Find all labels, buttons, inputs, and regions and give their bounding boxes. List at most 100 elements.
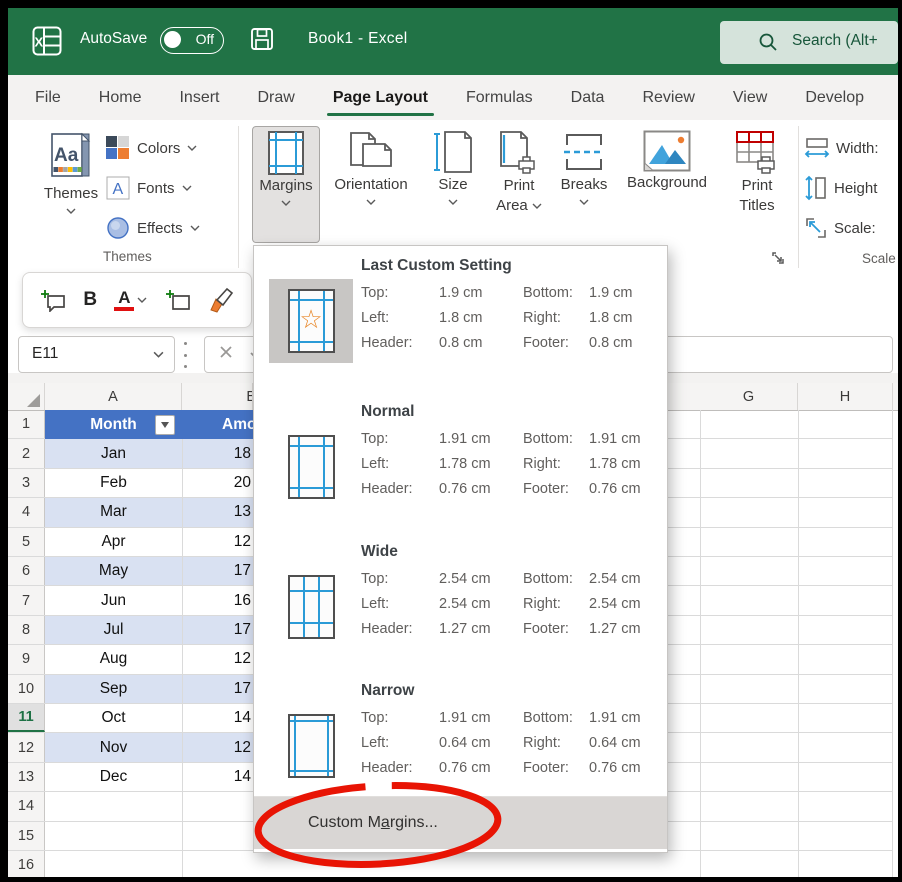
cancel-icon[interactable] [219,345,233,359]
cell-month[interactable]: Dec [45,763,182,791]
row-header[interactable]: 16 [8,851,45,877]
ribbon-tab[interactable]: Data [558,75,618,120]
cell-month[interactable]: Jul [45,616,182,644]
row-header[interactable]: 9 [8,645,45,673]
cell-month[interactable] [45,792,182,820]
column-header-h[interactable]: H [798,383,893,410]
row-header[interactable]: 1 [8,410,45,438]
cell-amount[interactable] [182,822,251,850]
cell-month[interactable] [45,822,182,850]
cell-month[interactable] [45,851,182,877]
cell-amount[interactable]: 12 [182,733,251,761]
insert-cells-button[interactable] [165,288,191,312]
page-setup-dialog-launcher[interactable] [770,250,786,266]
height-field[interactable]: Height [804,176,877,200]
name-box[interactable]: E11 [18,336,175,373]
ribbon-tabs: File HomeInsert Draw Page Layout Formulas Dat… [8,75,898,120]
custom-margins-item[interactable]: Custom Margins... [254,797,667,849]
row-header[interactable]: 3 [8,469,45,497]
cell-amount[interactable]: 17 [182,616,251,644]
cell-amount[interactable]: 18 [182,439,251,467]
cell-month[interactable]: May [45,557,182,585]
cell-amount[interactable]: 16 [182,586,251,614]
cell-month[interactable]: Nov [45,733,182,761]
row-header[interactable]: 12 [8,733,45,761]
ribbon-tab[interactable]: Page Layout [320,75,441,120]
ribbon-tab[interactable]: Formulas [453,75,546,120]
breaks-icon [562,130,606,174]
row-header[interactable]: 15 [8,822,45,850]
new-comment-button[interactable] [40,288,66,312]
cell-month[interactable]: Sep [45,675,182,703]
scale-field[interactable]: Scale: [804,216,876,240]
filter-dropdown-button[interactable] [155,415,175,435]
cell-amount[interactable] [182,792,251,820]
margin-preset-item[interactable]: Normal Top:1.91 cmBottom:1.91 cm Left:1.… [254,400,667,526]
save-icon[interactable] [250,27,274,51]
margin-preset-item[interactable]: Wide Top:2.54 cmBottom:2.54 cm Left:2.54… [254,540,667,666]
themes-button[interactable]: Aa Themes [38,128,104,250]
row-header[interactable]: 8 [8,616,45,644]
row-header[interactable]: 10 [8,675,45,703]
format-painter-button[interactable] [208,287,234,313]
row-header[interactable]: 5 [8,528,45,556]
ribbon-tab[interactable]: View [720,75,780,120]
row-header[interactable]: 7 [8,586,45,614]
ribbon-tab[interactable]: Develop [792,75,877,120]
margins-button[interactable]: Margins [252,126,320,243]
margin-preset-item[interactable]: Narrow Top:1.91 cmBottom:1.91 cm Left:0.… [254,679,667,805]
row-band: Jul 17 [45,616,253,644]
row-header[interactable]: 6 [8,557,45,585]
cell-amount[interactable]: 20 [182,469,251,497]
ribbon-tab[interactable]: Insert [166,75,232,120]
ribbon-tab[interactable]: File [22,75,74,120]
row-header[interactable]: 13 [8,763,45,791]
bold-button[interactable]: B [83,289,97,311]
print-area-button[interactable]: Print Area [489,126,549,216]
background-button[interactable]: Background [619,126,715,191]
margin-preset-item[interactable]: ☆ Last Custom Setting Top:1.9 cmBottom:1… [254,254,667,380]
cell-amount[interactable]: 12 [182,645,251,673]
ribbon-tab[interactable]: Draw [244,75,307,120]
cell-amount[interactable]: 17 [182,557,251,585]
cell-amount[interactable] [182,851,251,877]
colors-button[interactable]: Colors [106,134,197,162]
autosave-toggle[interactable]: Off [160,27,224,54]
size-button[interactable]: Size [420,126,486,211]
cell-month[interactable]: Jan [45,439,182,467]
cell-month[interactable]: Oct [45,704,182,732]
font-color-button[interactable]: A [114,289,147,312]
breaks-button[interactable]: Breaks [552,126,616,211]
ribbon-tab[interactable]: Home [86,75,155,120]
cell-month[interactable]: Jun [45,586,182,614]
chevron-down-icon [448,199,458,205]
row-header[interactable]: 11 [8,704,45,732]
row-header[interactable]: 14 [8,792,45,820]
cell-month[interactable]: Mar [45,498,182,526]
cell-amount[interactable]: 14 [182,704,251,732]
cell-amount[interactable]: 14 [182,763,251,791]
cell-month[interactable]: Feb [45,469,182,497]
cell-month[interactable]: Aug [45,645,182,673]
search-box[interactable]: Search (Alt+ [720,21,898,64]
add-comment-icon [40,288,66,312]
row-header[interactable]: 2 [8,439,45,467]
cell-amount[interactable]: 17 [182,675,251,703]
cell-amount[interactable]: 12 [182,528,251,556]
width-field[interactable]: Width: [804,136,879,160]
column-header-a[interactable]: A [45,383,182,410]
row-header[interactable]: 4 [8,498,45,526]
select-all-corner[interactable] [8,383,45,410]
effects-button[interactable]: Effects [106,214,200,242]
column-header-b[interactable]: B [182,383,253,410]
print-titles-button[interactable]: Print Titles [720,126,794,216]
ribbon-tab[interactable]: Review [629,75,707,120]
cell-amount[interactable]: 13 [182,498,251,526]
preset-values: Top:2.54 cmBottom:2.54 cm Left:2.54 cmRi… [361,566,641,641]
fonts-button[interactable]: A Fonts [106,174,192,202]
cell-month[interactable]: Apr [45,528,182,556]
table-row[interactable]: 16 [8,851,893,877]
orientation-button[interactable]: Orientation [325,126,417,211]
column-header-g[interactable]: G [700,383,798,410]
table-header-amount[interactable]: Amo [182,410,253,439]
